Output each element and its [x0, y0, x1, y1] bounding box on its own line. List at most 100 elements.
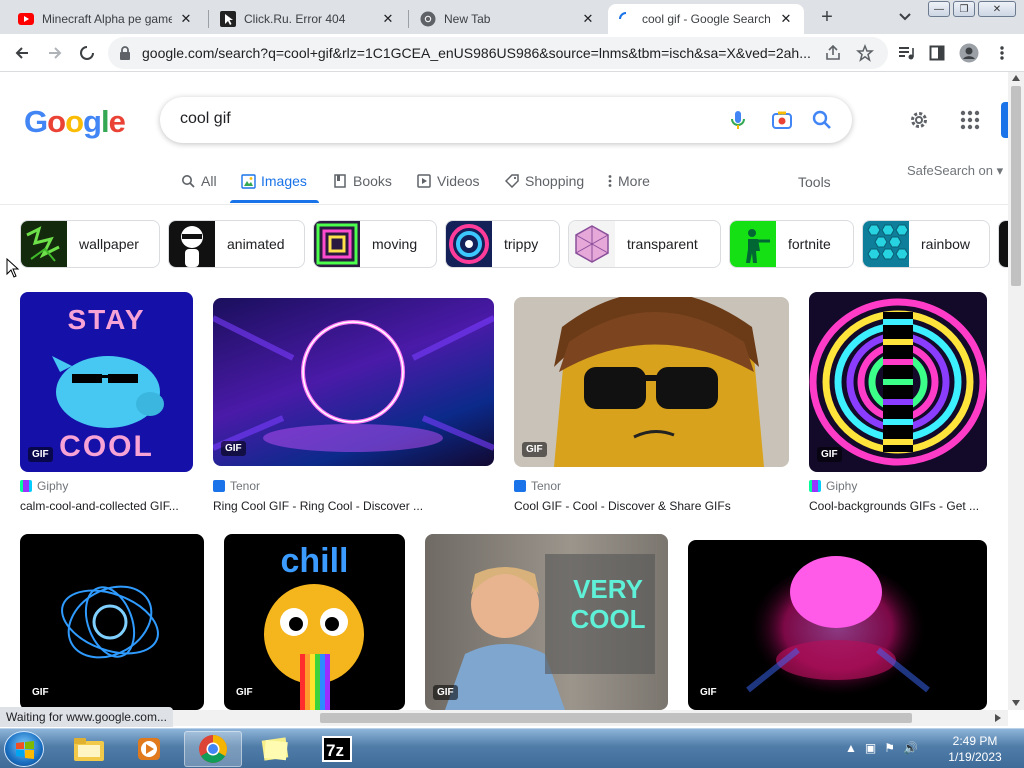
chip-label: animated	[227, 236, 285, 252]
bookmark-star-icon[interactable]	[856, 43, 874, 67]
search-type-tabs: All Images Books Videos Shopping More	[0, 165, 1010, 205]
tab-shopping[interactable]: Shopping	[504, 172, 584, 190]
chip-moving[interactable]: moving	[313, 220, 437, 268]
share-icon[interactable]	[824, 44, 842, 67]
url-text[interactable]: google.com/search?q=cool+gif&rlz=1C1GCEA…	[142, 45, 814, 61]
chip-thumbnail	[863, 221, 909, 267]
windows-taskbar: 7z ▲ ▣ ⚑ 🔊 2:49 PM 1/19/2023	[0, 728, 1024, 768]
result-image[interactable]: GIF	[213, 298, 494, 466]
profile-avatar-icon[interactable]	[958, 42, 980, 64]
result-caption[interactable]: Cool GIF - Cool - Discover & Share GIFs	[514, 499, 789, 513]
result-image[interactable]: STAY COOL GIF	[20, 292, 193, 472]
microphone-icon[interactable]	[726, 108, 750, 132]
taskbar-clock[interactable]: 2:49 PM 1/19/2023	[940, 733, 1010, 765]
chip-transparent[interactable]: transparent	[568, 220, 721, 268]
menu-dots-icon[interactable]	[991, 42, 1013, 64]
tab-google-search[interactable]: cool gif - Google Search ✕	[608, 4, 804, 34]
chip-rainbow[interactable]: rainbow	[862, 220, 990, 268]
result-source[interactable]: Tenor	[514, 479, 561, 493]
chevron-down-icon[interactable]	[896, 9, 914, 25]
side-panel-icon[interactable]	[926, 42, 948, 64]
result-card[interactable]: chill GIF	[224, 534, 405, 710]
tab-videos[interactable]: Videos	[416, 172, 480, 190]
minimize-icon[interactable]: —	[928, 1, 950, 17]
taskbar-media-player[interactable]	[120, 731, 178, 767]
network-icon[interactable]: ▣	[865, 741, 876, 755]
stop-loading-icon[interactable]	[76, 42, 98, 64]
tab-all[interactable]: All	[180, 172, 217, 190]
result-card[interactable]: GIF	[20, 534, 204, 710]
result-image[interactable]: GIF	[809, 292, 987, 472]
chip-label: fortnite	[788, 236, 831, 252]
chip-animated[interactable]: animated	[168, 220, 305, 268]
taskbar-explorer[interactable]	[60, 731, 118, 767]
taskbar-7zip[interactable]: 7z	[308, 731, 366, 767]
start-button[interactable]	[4, 731, 44, 767]
google-logo[interactable]: Google	[24, 104, 126, 140]
close-icon[interactable]: ✕	[380, 11, 396, 27]
camera-lens-icon[interactable]	[770, 108, 794, 132]
close-icon[interactable]: ✕	[178, 11, 194, 27]
result-source[interactable]: Giphy	[809, 479, 857, 493]
close-window-icon[interactable]: ✕	[978, 1, 1016, 17]
scrollbar-thumb[interactable]	[1011, 86, 1021, 286]
show-hidden-icons-icon[interactable]: ▲	[845, 741, 857, 755]
result-card[interactable]: VERY COOL GIF	[425, 534, 668, 710]
scrollbar-thumb[interactable]	[320, 713, 912, 723]
result-caption[interactable]: calm-cool-and-collected GIF...	[20, 499, 193, 513]
gear-icon[interactable]	[907, 108, 931, 132]
result-card[interactable]: GIF Tenor Cool GIF - Cool - Discover & S…	[514, 292, 789, 517]
gif-badge: GIF	[221, 441, 246, 456]
result-caption[interactable]: Ring Cool GIF - Ring Cool - Discover ...	[213, 499, 494, 513]
lego-figure-icon	[554, 297, 764, 467]
result-image[interactable]: GIF	[688, 540, 987, 710]
result-card[interactable]: GIF Giphy Cool-backgrounds GIFs - Get ..…	[809, 292, 987, 517]
close-icon[interactable]: ✕	[580, 11, 596, 27]
result-source[interactable]: Tenor	[213, 479, 260, 493]
address-bar[interactable]: google.com/search?q=cool+gif&rlz=1C1GCEA…	[108, 37, 888, 69]
apps-grid-icon[interactable]	[958, 108, 982, 132]
tab-more[interactable]: More	[606, 172, 650, 190]
result-image[interactable]: chill GIF	[224, 534, 405, 710]
safesearch-toggle[interactable]: SafeSearch on ▾	[907, 163, 1003, 179]
volume-icon[interactable]: 🔊	[903, 741, 918, 755]
tab-click-ru[interactable]: Click.Ru. Error 404 ✕	[210, 4, 406, 34]
result-caption[interactable]: Cool-backgrounds GIFs - Get ...	[809, 499, 987, 513]
chip-fortnite[interactable]: fortnite	[729, 220, 854, 268]
chip-trippy[interactable]: trippy	[445, 220, 560, 268]
tab-books[interactable]: Books	[332, 172, 392, 190]
chip-wallpaper[interactable]: wallpaper	[20, 220, 160, 268]
maximize-icon[interactable]: ❐	[953, 1, 975, 17]
search-icon[interactable]	[810, 108, 834, 132]
lock-icon[interactable]	[118, 45, 132, 61]
scroll-down-icon[interactable]	[1012, 699, 1020, 707]
vertical-scrollbar[interactable]	[1008, 72, 1024, 710]
new-tab-button[interactable]: +	[815, 7, 839, 29]
result-image[interactable]: GIF	[20, 534, 204, 710]
result-card[interactable]: GIF	[688, 540, 987, 710]
tab-images[interactable]: Images	[240, 172, 307, 190]
svg-text:7z: 7z	[326, 741, 344, 760]
search-box[interactable]: cool gif	[160, 97, 852, 143]
image-overlay-text: VERY COOL	[553, 574, 663, 634]
forward-arrow-icon[interactable]	[44, 42, 66, 64]
taskbar-sticky-notes[interactable]	[246, 731, 304, 767]
source-name: Giphy	[37, 479, 69, 493]
back-arrow-icon[interactable]	[11, 42, 33, 64]
tools-button[interactable]: Tools	[798, 174, 831, 190]
scroll-right-icon[interactable]	[994, 714, 1002, 722]
scroll-up-icon[interactable]	[1012, 74, 1020, 82]
tab-new-tab[interactable]: New Tab ✕	[410, 4, 606, 34]
action-center-flag-icon[interactable]: ⚑	[884, 741, 895, 755]
result-card[interactable]: STAY COOL GIF Giphy calm-cool-and-collec…	[20, 292, 193, 517]
close-icon[interactable]: ✕	[778, 11, 794, 27]
tab-minecraft[interactable]: Minecraft Alpha pe game ✕	[8, 4, 204, 34]
result-image[interactable]: VERY COOL GIF	[425, 534, 668, 710]
chip-label: moving	[372, 236, 418, 252]
search-input[interactable]: cool gif	[180, 110, 231, 128]
result-source[interactable]: Giphy	[20, 479, 68, 493]
result-image[interactable]: GIF	[514, 297, 789, 467]
media-controls-icon[interactable]	[895, 42, 917, 64]
taskbar-chrome[interactable]	[184, 731, 242, 767]
result-card[interactable]: GIF Tenor Ring Cool GIF - Ring Cool - Di…	[213, 292, 494, 517]
